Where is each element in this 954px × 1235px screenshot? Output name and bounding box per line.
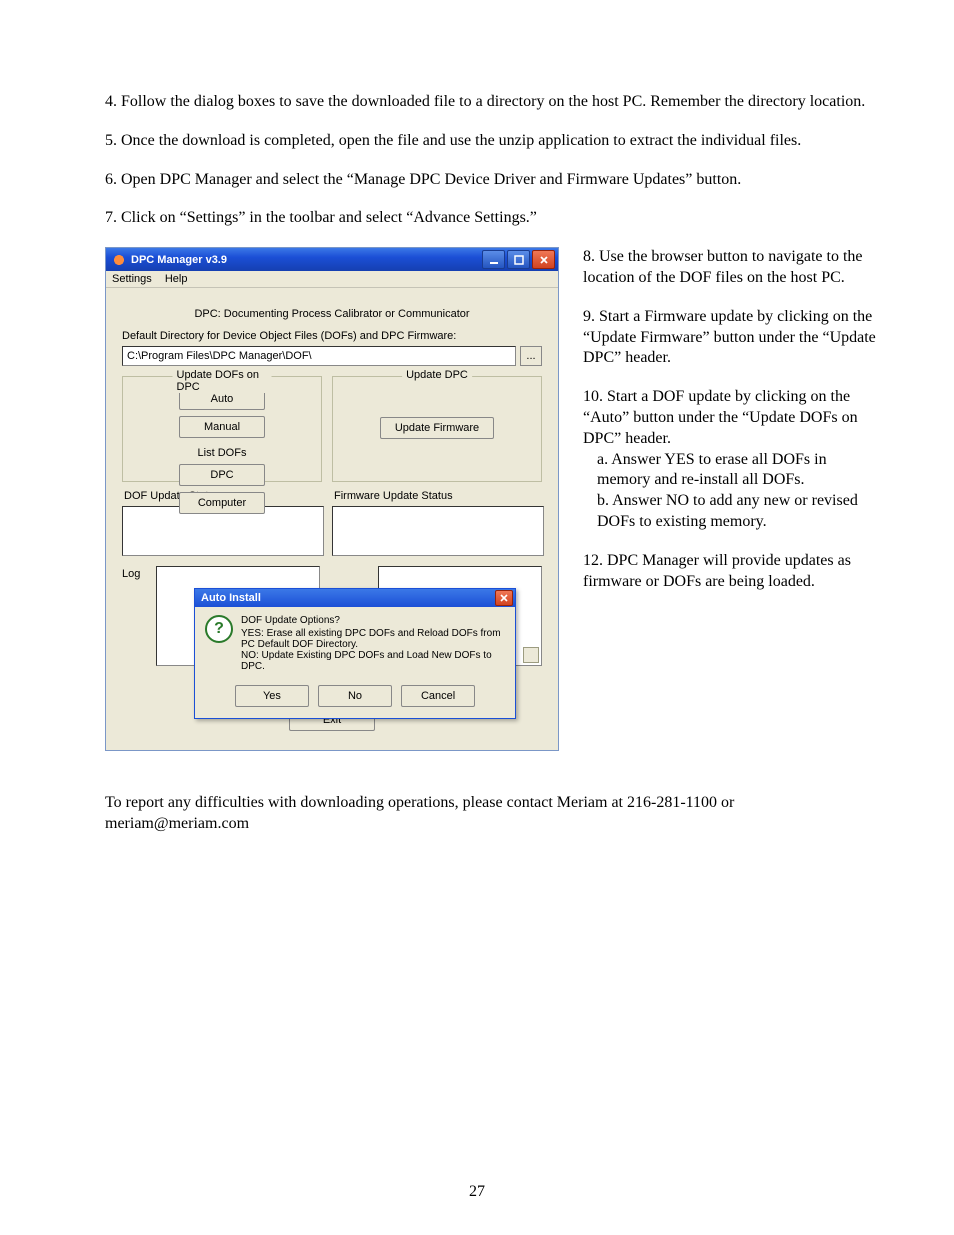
step-5: 5. Once the download is completed, open … (105, 131, 882, 152)
log-label: Log (122, 566, 148, 666)
close-icon (539, 255, 549, 265)
footer-contact: To report any difficulties with download… (105, 793, 882, 835)
maximize-icon (514, 255, 524, 265)
minimize-button[interactable] (482, 250, 505, 269)
page-number: 27 (0, 1183, 954, 1201)
step-10a: a. Answer YES to erase all DOFs in memor… (597, 450, 882, 492)
update-dofs-group: Update DOFs on DPC Auto Manual List DOFs… (122, 376, 322, 482)
step-6: 6. Open DPC Manager and select the “Mana… (105, 170, 882, 191)
menu-help[interactable]: Help (165, 273, 188, 285)
menu-settings[interactable]: Settings (112, 273, 152, 285)
computer-button[interactable]: Computer (179, 492, 265, 514)
dialog-line-3: NO: Update Existing DPC DOFs and Load Ne… (241, 650, 505, 672)
step-8: 8. Use the browser button to navigate to… (583, 247, 882, 289)
update-dpc-legend: Update DPC (402, 369, 472, 381)
fw-status-box (332, 506, 544, 556)
minimize-icon (489, 255, 499, 265)
question-icon: ? (205, 615, 233, 643)
update-dofs-legend: Update DOFs on DPC (173, 369, 272, 393)
step-10: 10. Start a DOF update by clicking on th… (583, 387, 882, 449)
directory-input[interactable]: C:\Program Files\DPC Manager\DOF\ (122, 346, 516, 366)
directory-label: Default Directory for Device Object File… (122, 330, 542, 342)
maximize-button[interactable] (507, 250, 530, 269)
cancel-button[interactable]: Cancel (401, 685, 475, 707)
update-firmware-button[interactable]: Update Firmware (380, 417, 494, 439)
browse-button[interactable]: ... (520, 346, 542, 366)
list-dofs-label: List DOFs (131, 447, 313, 459)
step-7: 7. Click on “Settings” in the toolbar an… (105, 208, 882, 229)
step-12: 12. DPC Manager will provide updates as … (583, 551, 882, 593)
menu-bar: Settings Help (106, 271, 558, 288)
window-title: DPC Manager v3.9 (131, 254, 227, 266)
app-icon (112, 253, 126, 267)
manual-button[interactable]: Manual (179, 416, 265, 438)
close-icon (500, 594, 508, 602)
step-10b: b. Answer NO to add any new or revised D… (597, 491, 882, 533)
yes-button[interactable]: Yes (235, 685, 309, 707)
dialog-titlebar: Auto Install (195, 589, 515, 607)
dialog-close-button[interactable] (495, 590, 513, 606)
no-button[interactable]: No (318, 685, 392, 707)
update-dpc-group: Update DPC Update Firmware (332, 376, 542, 482)
step-4: 4. Follow the dialog boxes to save the d… (105, 92, 882, 113)
step-9: 9. Start a Firmware update by clicking o… (583, 307, 882, 369)
dialog-line-2: YES: Erase all existing DPC DOFs and Rel… (241, 628, 505, 650)
dpc-manager-window: DPC Manager v3.9 Settings Help DPC: Docu… (105, 247, 559, 751)
dialog-title: Auto Install (201, 592, 261, 604)
close-button[interactable] (532, 250, 555, 269)
client-header: DPC: Documenting Process Calibrator or C… (122, 308, 542, 320)
fw-status-label: Firmware Update Status (334, 490, 542, 502)
dialog-line-1: DOF Update Options? (241, 615, 505, 626)
dpc-button[interactable]: DPC (179, 464, 265, 486)
auto-install-dialog: Auto Install ? DOF Update Options? YES: … (194, 588, 516, 719)
titlebar: DPC Manager v3.9 (106, 248, 558, 271)
